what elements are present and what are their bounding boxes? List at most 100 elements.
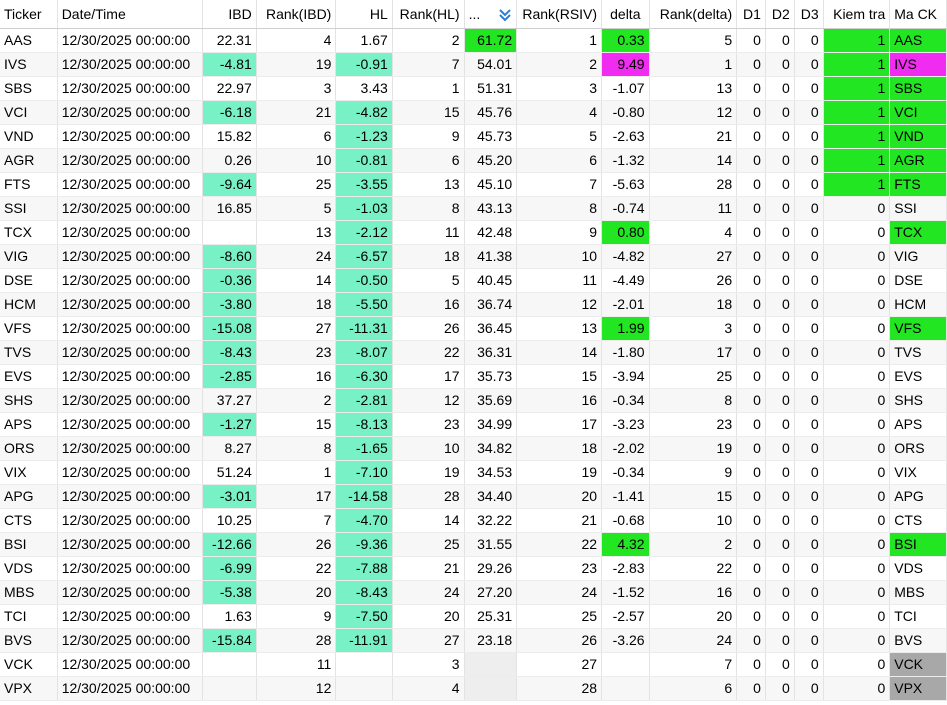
cell-rsiv[interactable]: 51.31 [464, 76, 518, 101]
cell-rank-hl[interactable]: 8 [392, 196, 465, 221]
cell-kiem-tra[interactable]: 0 [823, 436, 891, 461]
cell-rank-ibd[interactable]: 5 [256, 196, 337, 221]
cell-rank-rsiv[interactable]: 18 [516, 436, 603, 461]
cell-ticker[interactable]: VND [0, 124, 58, 149]
cell-rank-delta[interactable]: 11 [649, 196, 738, 221]
cell-rank-delta[interactable]: 18 [649, 292, 738, 317]
cell-rank-hl[interactable]: 21 [392, 556, 465, 581]
cell-d1[interactable]: 0 [736, 676, 766, 701]
cell-datetime[interactable]: 12/30/2025 00:00:00 [57, 100, 204, 125]
header-d1[interactable]: D1 [736, 0, 766, 29]
cell-ticker[interactable]: VIG [0, 244, 58, 269]
cell-kiem-tra[interactable]: 1 [823, 148, 891, 173]
cell-delta[interactable]: -1.07 [601, 76, 650, 101]
cell-ticker[interactable]: AGR [0, 148, 58, 173]
cell-rank-delta[interactable]: 7 [649, 652, 738, 677]
cell-rsiv[interactable] [464, 676, 518, 701]
cell-ma-ck[interactable]: ORS [889, 436, 947, 461]
cell-delta[interactable]: -2.57 [601, 604, 650, 629]
cell-hl[interactable] [335, 676, 393, 701]
cell-rsiv[interactable]: 35.73 [464, 364, 518, 389]
cell-rsiv[interactable]: 23.18 [464, 628, 518, 653]
cell-rank-ibd[interactable]: 23 [256, 340, 337, 365]
cell-rank-hl[interactable]: 23 [392, 412, 465, 437]
cell-ticker[interactable]: CTS [0, 508, 58, 533]
cell-d3[interactable]: 0 [794, 604, 824, 629]
cell-d2[interactable]: 0 [765, 340, 795, 365]
cell-rank-rsiv[interactable]: 26 [516, 628, 603, 653]
table-row[interactable]: SHS 12/30/2025 00:00:00 37.27 2 -2.81 12 35.69… [0, 388, 947, 413]
cell-ma-ck[interactable]: VCK [889, 652, 947, 677]
cell-rank-delta[interactable]: 23 [649, 412, 738, 437]
cell-delta[interactable]: -0.80 [601, 100, 650, 125]
cell-ticker[interactable]: VIX [0, 460, 58, 485]
cell-rank-rsiv[interactable]: 28 [516, 676, 603, 701]
cell-d3[interactable]: 0 [794, 556, 824, 581]
cell-ticker[interactable]: VCK [0, 652, 58, 677]
cell-rsiv[interactable]: 40.45 [464, 268, 518, 293]
cell-ibd[interactable]: 0.26 [202, 148, 257, 173]
cell-ticker[interactable]: FTS [0, 172, 58, 197]
cell-d2[interactable]: 0 [765, 244, 795, 269]
cell-rank-delta[interactable]: 15 [649, 484, 738, 509]
cell-hl[interactable]: -11.91 [335, 628, 393, 653]
cell-kiem-tra[interactable]: 1 [823, 28, 891, 53]
cell-rank-delta[interactable]: 14 [649, 148, 738, 173]
cell-rsiv[interactable]: 45.10 [464, 172, 518, 197]
cell-ticker[interactable]: BSI [0, 532, 58, 557]
cell-ticker[interactable]: SBS [0, 76, 58, 101]
cell-rank-delta[interactable]: 10 [649, 508, 738, 533]
cell-rank-rsiv[interactable]: 4 [516, 100, 603, 125]
cell-rank-hl[interactable]: 27 [392, 628, 465, 653]
cell-d1[interactable]: 0 [736, 52, 766, 77]
cell-hl[interactable]: -0.50 [335, 268, 393, 293]
cell-ma-ck[interactable]: VPX [889, 676, 947, 701]
cell-rank-hl[interactable]: 11 [392, 220, 465, 245]
cell-datetime[interactable]: 12/30/2025 00:00:00 [57, 556, 204, 581]
table-row[interactable]: FTS 12/30/2025 00:00:00 -9.64 25 -3.55 13 45.1… [0, 172, 947, 197]
cell-ibd[interactable]: -3.01 [202, 484, 257, 509]
header-ticker[interactable]: Ticker [0, 0, 58, 29]
cell-ticker[interactable]: SHS [0, 388, 58, 413]
cell-ibd[interactable]: 22.31 [202, 28, 257, 53]
header-delta[interactable]: delta [601, 0, 650, 29]
cell-delta[interactable]: -3.23 [601, 412, 650, 437]
cell-rank-ibd[interactable]: 15 [256, 412, 337, 437]
cell-ma-ck[interactable]: TCX [889, 220, 947, 245]
cell-d1[interactable]: 0 [736, 604, 766, 629]
cell-ibd[interactable]: 22.97 [202, 76, 257, 101]
cell-datetime[interactable]: 12/30/2025 00:00:00 [57, 124, 204, 149]
cell-rank-hl[interactable]: 15 [392, 100, 465, 125]
cell-kiem-tra[interactable]: 0 [823, 292, 891, 317]
table-row[interactable]: VIX 12/30/2025 00:00:00 51.24 1 -7.10 19 34.53… [0, 460, 947, 485]
cell-datetime[interactable]: 12/30/2025 00:00:00 [57, 196, 204, 221]
cell-datetime[interactable]: 12/30/2025 00:00:00 [57, 364, 204, 389]
cell-d1[interactable]: 0 [736, 388, 766, 413]
cell-d2[interactable]: 0 [765, 556, 795, 581]
cell-kiem-tra[interactable]: 0 [823, 676, 891, 701]
cell-datetime[interactable]: 12/30/2025 00:00:00 [57, 436, 204, 461]
cell-delta[interactable]: -1.52 [601, 580, 650, 605]
cell-rank-rsiv[interactable]: 9 [516, 220, 603, 245]
cell-d2[interactable]: 0 [765, 508, 795, 533]
cell-rsiv[interactable]: 34.99 [464, 412, 518, 437]
cell-delta[interactable]: -2.63 [601, 124, 650, 149]
cell-ma-ck[interactable]: FTS [889, 172, 947, 197]
cell-datetime[interactable]: 12/30/2025 00:00:00 [57, 52, 204, 77]
cell-delta[interactable]: -4.49 [601, 268, 650, 293]
cell-rank-rsiv[interactable]: 25 [516, 604, 603, 629]
cell-rank-ibd[interactable]: 8 [256, 436, 337, 461]
cell-hl[interactable]: 1.67 [335, 28, 393, 53]
cell-d2[interactable]: 0 [765, 124, 795, 149]
cell-rank-rsiv[interactable]: 24 [516, 580, 603, 605]
cell-delta[interactable]: -5.63 [601, 172, 650, 197]
cell-hl[interactable]: -0.81 [335, 148, 393, 173]
cell-rank-ibd[interactable]: 28 [256, 628, 337, 653]
cell-datetime[interactable]: 12/30/2025 00:00:00 [57, 172, 204, 197]
cell-ticker[interactable]: APS [0, 412, 58, 437]
cell-rank-ibd[interactable]: 4 [256, 28, 337, 53]
cell-delta[interactable] [601, 676, 650, 701]
cell-d2[interactable]: 0 [765, 52, 795, 77]
cell-rsiv[interactable]: 25.31 [464, 604, 518, 629]
cell-rank-rsiv[interactable]: 16 [516, 388, 603, 413]
